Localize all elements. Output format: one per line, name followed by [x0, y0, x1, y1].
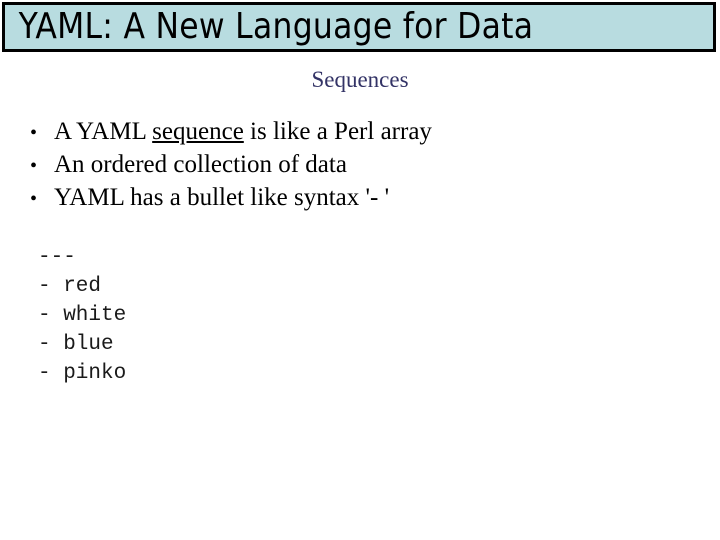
code-line: - blue — [38, 333, 114, 356]
yaml-code-block: --- - red - white - blue - pinko — [38, 243, 126, 388]
list-item: • YAML has a bullet like syntax '- ' — [30, 182, 690, 215]
bullet-marker-icon: • — [30, 122, 38, 144]
slide-canvas: YAML: A New Language for Data Sequences … — [0, 0, 720, 540]
slide-title-bar: YAML: A New Language for Data — [2, 2, 716, 52]
bullet-text-pre: A YAML — [54, 118, 153, 145]
bullet-text-pre: YAML has a bullet like syntax '- ' — [54, 184, 390, 211]
code-line: - red — [38, 275, 102, 298]
bullet-text-emphasis: sequence — [152, 118, 244, 145]
bullet-text: A YAML sequence is like a Perl array — [54, 116, 432, 147]
bullet-text: An ordered collection of data — [54, 149, 347, 180]
code-line: - white — [38, 304, 127, 327]
slide-subtitle: Sequences — [311, 67, 409, 92]
slide-title: YAML: A New Language for Data — [18, 6, 534, 47]
list-item: • A YAML sequence is like a Perl array — [30, 116, 690, 149]
bullet-list: • A YAML sequence is like a Perl array •… — [30, 116, 690, 215]
code-line: --- — [38, 246, 76, 269]
list-item: • An ordered collection of data — [30, 149, 690, 182]
bullet-marker-icon: • — [30, 155, 38, 177]
bullet-text: YAML has a bullet like syntax '- ' — [54, 182, 389, 213]
bullet-text-post: is like a Perl array — [243, 118, 432, 145]
code-line: - pinko — [38, 362, 127, 385]
bullet-text-pre: An ordered collection of data — [54, 151, 347, 178]
bullet-marker-icon: • — [30, 188, 38, 210]
